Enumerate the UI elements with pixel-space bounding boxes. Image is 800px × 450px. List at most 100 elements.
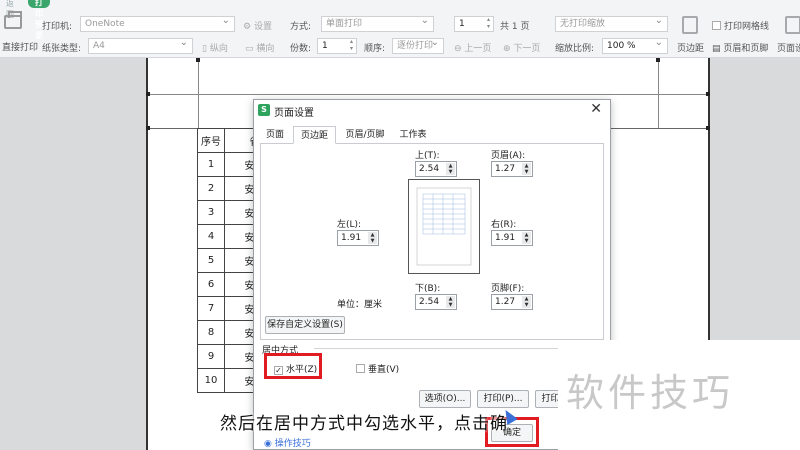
printer-label: 打印机: — [42, 22, 73, 32]
prev-page-button[interactable]: ⊖ 上一页 — [454, 41, 491, 54]
margin-guide-header — [148, 94, 708, 95]
margin-handle[interactable] — [706, 126, 710, 130]
scaling-select[interactable]: 无打印缩放 — [555, 14, 668, 32]
top-margin-stepper[interactable]: 2.54 ▲ ▼ — [415, 161, 457, 177]
header-footer-label: 页眉和页脚 — [723, 44, 769, 54]
footer-margin-stepper[interactable]: 1.27 ▲ ▼ — [491, 294, 533, 310]
print-gridlines-checkbox[interactable]: 打印网格线 — [712, 19, 769, 32]
options-button[interactable]: 选项(O)... — [419, 390, 471, 408]
spin-arrows-icon[interactable]: ▲ ▼ — [522, 163, 531, 175]
save-custom-settings-button[interactable]: 保存自定义设置(S) — [265, 316, 345, 334]
center-vertical-checkbox[interactable]: 垂直(V) — [356, 362, 399, 375]
margins-icon[interactable] — [682, 16, 698, 34]
order-select[interactable]: 逐份打印 — [392, 36, 444, 54]
next-page-button[interactable]: ⊕ 下一页 — [503, 41, 540, 54]
spin-arrows-icon[interactable]: ▲ ▼ — [368, 232, 377, 244]
spin-arrows-icon[interactable]: ▲ ▼ — [446, 296, 455, 308]
right-margin-stepper[interactable]: 1.91 ▲ ▼ — [491, 230, 533, 246]
right-margin-value: 1.91 — [495, 233, 516, 243]
tips-label: 操作技巧 — [274, 439, 311, 449]
print-button[interactable]: 打印(P)... — [477, 390, 529, 408]
margin-handle[interactable] — [146, 126, 150, 130]
table-cell: 5 — [197, 248, 225, 273]
prev-page-label: 上一页 — [464, 44, 492, 54]
info-icon: ◉ — [264, 439, 272, 449]
wps-logo-icon: S — [258, 104, 270, 116]
bottom-margin-value: 2.54 — [419, 297, 440, 307]
checkbox-icon — [712, 21, 721, 30]
table-cell: 6 — [197, 272, 225, 297]
bottom-margin-label: 下(B): — [415, 284, 441, 294]
landscape-label: 横向 — [256, 44, 275, 54]
margins-panel: 上(T): 2.54 ▲ ▼ 页眉(A): 1.27 ▲ ▼ 左(L): 1.91 ▲ ▼ … — [260, 143, 604, 340]
tab-worksheet[interactable]: 工作表 — [393, 126, 433, 144]
table-cell: 8 — [197, 320, 225, 345]
margins-button[interactable]: 页边距 — [677, 41, 704, 54]
right-margin-label: 右(R): — [491, 220, 517, 230]
landscape-icon: ▭ — [245, 44, 254, 54]
landscape-button[interactable]: ▭ 横向 — [245, 41, 274, 54]
margin-handle[interactable] — [196, 58, 200, 62]
left-margin-label: 左(L): — [337, 220, 362, 230]
spin-arrows-icon[interactable]: ▲ ▼ — [522, 296, 531, 308]
table-header-cell: 序号 — [197, 128, 225, 153]
tips-link[interactable]: ◉ 操作技巧 — [264, 436, 311, 449]
printer-select[interactable]: OneNote — [80, 14, 235, 32]
table-cell: 7 — [197, 296, 225, 321]
margin-handle[interactable] — [656, 58, 660, 62]
margin-handle[interactable] — [146, 92, 150, 96]
table-cell: 1 — [197, 152, 225, 177]
paper-type-select[interactable]: A4 — [88, 36, 193, 54]
tab-margins[interactable]: 页边距 — [293, 126, 336, 144]
top-margin-value: 2.54 — [419, 164, 440, 174]
print-gridlines-label: 打印网格线 — [724, 22, 770, 32]
header-margin-label: 页眉(A): — [491, 151, 526, 161]
portrait-button[interactable]: ▯ 纵向 — [202, 41, 228, 54]
header-margin-stepper[interactable]: 1.27 ▲ ▼ — [491, 161, 533, 177]
margin-handle[interactable] — [706, 92, 710, 96]
vertical-label: 垂直(V) — [368, 365, 400, 375]
margin-guide-left — [198, 58, 199, 128]
page-setup-button[interactable]: 页面设 — [777, 41, 800, 54]
table-cell: 10 — [197, 368, 225, 393]
printer-settings-button[interactable]: ⚙ 设置 — [243, 19, 272, 32]
portrait-icon: ▯ — [202, 44, 207, 54]
header-footer-button[interactable]: ▤ 页眉和页脚 — [712, 41, 768, 54]
spin-arrows-icon[interactable]: ▲ ▼ — [522, 232, 531, 244]
paper-type-label: 纸张类型: — [42, 44, 82, 54]
page-number-stepper[interactable]: 1 — [454, 16, 494, 32]
subtitle-caption: 然后在居中方式中勾选水平，点击确 — [220, 414, 508, 434]
tab-print-preview[interactable]: 打印预览 — [28, 0, 50, 40]
printer-icon[interactable] — [4, 11, 22, 29]
bottom-margin-stepper[interactable]: 2.54 ▲ ▼ — [415, 294, 457, 310]
mode-label: 方式: — [290, 22, 312, 32]
footer-margin-label: 页脚(F): — [491, 284, 525, 294]
table-cell: 2 — [197, 176, 225, 201]
order-label: 顺序: — [364, 44, 386, 54]
page-edge-left — [146, 58, 148, 450]
portrait-label: 纵向 — [209, 44, 228, 54]
next-page-label: 下一页 — [513, 44, 541, 54]
dialog-title: 页面设置 — [274, 108, 314, 119]
table-cell: 3 — [197, 200, 225, 225]
dialog-titlebar[interactable]: S 页面设置 ✕ — [254, 100, 610, 122]
spin-arrows-icon[interactable]: ▲ ▼ — [446, 163, 455, 175]
tab-page[interactable]: 页面 — [260, 126, 290, 144]
margin-preview-grid — [416, 187, 472, 266]
copies-stepper[interactable]: 1 — [317, 38, 357, 54]
margin-preview — [408, 179, 480, 274]
chevron-right-icon: ⊕ — [503, 44, 511, 54]
tab-header-footer[interactable]: 页眉/页脚 — [340, 126, 390, 144]
top-margin-label: 上(T): — [415, 151, 440, 161]
close-icon[interactable]: ✕ — [590, 101, 602, 117]
direct-print-button[interactable]: 直接打印 — [2, 40, 38, 53]
copies-label: 份数: — [290, 44, 312, 54]
unit-label: 单位：厘米 — [337, 300, 383, 310]
zoom-select[interactable]: 100 % — [602, 36, 668, 54]
watermark: 软件技巧 — [566, 371, 735, 415]
page-setup-icon[interactable] — [785, 16, 800, 34]
chevron-left-icon: ⊖ — [454, 44, 462, 54]
mode-select[interactable]: 单面打印 — [321, 14, 434, 32]
page-total: 共 1 页 — [500, 22, 530, 32]
left-margin-stepper[interactable]: 1.91 ▲ ▼ — [337, 230, 379, 246]
